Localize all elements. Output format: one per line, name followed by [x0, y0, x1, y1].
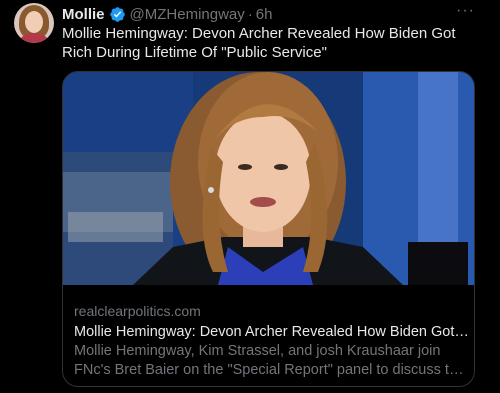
tweet-text: Mollie Hemingway: Devon Archer Revealed …: [62, 25, 456, 61]
more-options-icon[interactable]: ···: [456, 2, 475, 20]
card-photo: [63, 72, 474, 285]
card-image[interactable]: [63, 72, 474, 285]
card-domain: realclearpolitics.com: [74, 303, 201, 319]
avatar-face: [25, 11, 43, 33]
separator-dot: ·: [247, 5, 253, 23]
avatar-body: [20, 33, 48, 43]
card-description: Mollie Hemingway, Kim Strassel, and josh…: [74, 342, 469, 380]
author-name[interactable]: Mollie: [62, 6, 105, 23]
timestamp[interactable]: 6h: [256, 6, 273, 23]
verified-badge-icon: [109, 6, 125, 22]
card-meta: realclearpolitics.com Mollie Hemingway: …: [74, 303, 469, 380]
tweet[interactable]: Mollie @MZHemingway · 6h ··· Mollie Hemi…: [0, 0, 500, 393]
card-title[interactable]: Mollie Hemingway: Devon Archer Revealed …: [74, 323, 469, 342]
link-card[interactable]: realclearpolitics.com Mollie Hemingway: …: [62, 71, 475, 387]
avatar[interactable]: [14, 3, 54, 43]
author-handle[interactable]: @MZHemingway: [130, 6, 245, 23]
card-description-line-2: FNc's Bret Baier on the "Special Report"…: [74, 362, 469, 378]
tweet-header: Mollie @MZHemingway · 6h: [62, 4, 272, 24]
card-description-line-1: Mollie Hemingway, Kim Strassel, and josh…: [74, 343, 441, 359]
